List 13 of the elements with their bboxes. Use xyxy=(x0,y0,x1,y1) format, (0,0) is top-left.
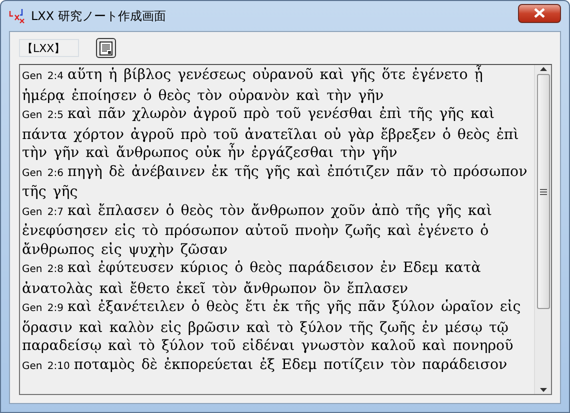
app-icon xyxy=(9,8,25,24)
window-title: LXX 研究ノート作成画面 xyxy=(31,8,167,24)
document-button[interactable] xyxy=(96,38,116,58)
grip-icon xyxy=(540,188,546,194)
document-icon xyxy=(99,40,113,56)
verse-paragraph: Gen 2:10 ποταμὸς δὲ ἐκπορεύεται ἐξ Εδεμ ποτίζειν τὸν παράδεισον xyxy=(22,356,508,374)
scrollbar[interactable] xyxy=(534,65,551,394)
text-field[interactable]: 【LXX】 xyxy=(19,39,79,57)
close-button[interactable] xyxy=(518,4,561,22)
scroll-thumb[interactable] xyxy=(536,74,550,309)
scroll-down-icon xyxy=(540,388,546,392)
scroll-up-icon xyxy=(540,67,546,71)
close-icon xyxy=(534,8,545,18)
